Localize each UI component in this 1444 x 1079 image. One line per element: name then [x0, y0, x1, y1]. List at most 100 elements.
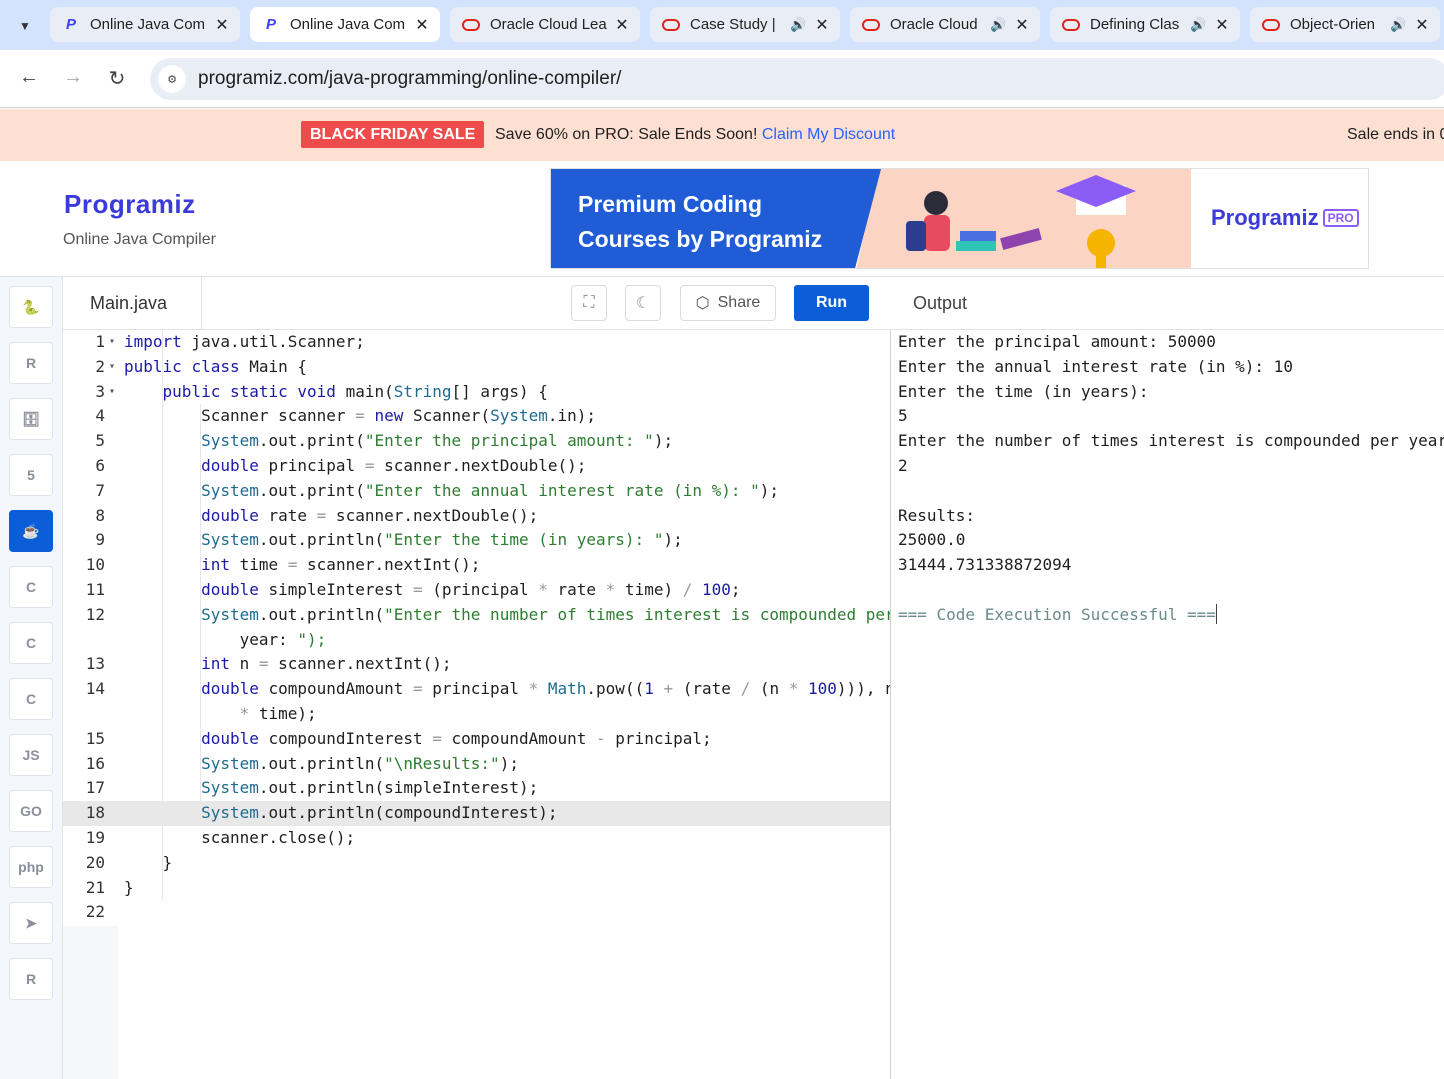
language-r-icon[interactable]: R — [9, 342, 53, 384]
line-number: 7 — [95, 480, 105, 500]
browser-tab[interactable]: Oracle Cloud 🔊 ✕ — [850, 7, 1040, 42]
line-number: 12 — [85, 604, 105, 624]
share-button[interactable]: ⬡ Share — [680, 285, 776, 321]
code-line[interactable]: 21} — [63, 876, 890, 901]
tab-search-chevron-icon[interactable]: ▼ — [8, 12, 42, 40]
browser-tab[interactable]: Oracle Cloud Lea ✕ — [450, 7, 640, 42]
language-cplusplus-icon[interactable]: C — [9, 622, 53, 664]
back-arrow-icon[interactable]: ← — [16, 66, 42, 92]
code-line[interactable]: 8 double rate = scanner.nextDouble(); — [63, 504, 890, 529]
language-html-icon[interactable]: 5 — [9, 454, 53, 496]
claim-discount-link[interactable]: Claim My Discount — [762, 126, 895, 143]
code-line[interactable]: 17 System.out.println(simpleInterest); — [63, 776, 890, 801]
code-text: System.out.print("Enter the principal am… — [201, 431, 674, 451]
output-text: Enter the number of times interest is co… — [898, 431, 1444, 451]
run-button[interactable]: Run — [794, 285, 869, 321]
line-number: 19 — [85, 828, 105, 847]
ad-title-line2: Courses by Programiz — [578, 226, 823, 252]
close-tab-icon[interactable]: ✕ — [412, 15, 432, 35]
speaker-icon[interactable]: 🔊 — [790, 17, 808, 33]
code-text: public class Main { — [124, 356, 308, 376]
browser-tab[interactable]: Case Study | 🔊 ✕ — [650, 7, 840, 42]
oracle-icon — [1062, 16, 1080, 34]
code-line[interactable]: 15 double compoundInterest = compoundAmo… — [63, 727, 890, 752]
reload-icon[interactable]: ↻ — [104, 66, 130, 92]
line-number: 21 — [85, 877, 105, 897]
code-line[interactable]: 2 ▾ public class Main { — [63, 355, 890, 380]
code-line[interactable]: 5 System.out.print("Enter the principal … — [63, 429, 890, 454]
ad-logo-text: Programiz — [1211, 205, 1319, 230]
code-line[interactable]: 10 int time = scanner.nextInt(); — [63, 553, 890, 578]
site-info-icon[interactable]: ⚙ — [158, 65, 186, 93]
close-tab-icon[interactable]: ✕ — [612, 15, 632, 35]
output-text: Enter the annual interest rate (in %): 1… — [898, 356, 1293, 376]
code-line[interactable]: 22 — [63, 900, 890, 925]
fold-chevron-icon[interactable]: ▾ — [109, 380, 115, 405]
speaker-icon[interactable]: 🔊 — [1390, 17, 1408, 33]
address-bar[interactable]: ⚙ programiz.com/java-programming/online-… — [150, 58, 1444, 100]
code-line[interactable]: 14 double compoundAmount = principal * M… — [63, 677, 890, 702]
premium-courses-ad[interactable]: Premium Coding Courses by Programiz Prog… — [550, 168, 1369, 269]
language-csharp-icon[interactable]: C — [9, 678, 53, 720]
language-js-icon[interactable]: JS — [9, 734, 53, 776]
editor-toolbar: Main.java ⛶ ☾ ⬡ Share Run — [63, 277, 891, 330]
close-tab-icon[interactable]: ✕ — [1212, 15, 1232, 35]
code-line[interactable]: 4 Scanner scanner = new Scanner(System.i… — [63, 404, 890, 429]
language-rust-icon[interactable]: R — [9, 958, 53, 1000]
fold-chevron-icon[interactable]: ▾ — [109, 330, 115, 355]
line-number: 13 — [85, 654, 105, 674]
code-line[interactable]: 7 System.out.print("Enter the annual int… — [63, 479, 890, 504]
speaker-icon[interactable]: 🔊 — [990, 17, 1008, 33]
output-line: Enter the principal amount: 50000 — [898, 330, 1216, 355]
close-tab-icon[interactable]: ✕ — [1412, 15, 1432, 35]
code-line[interactable]: year: "); — [63, 628, 890, 653]
browser-tab[interactable]: P Online Java Com ✕ — [50, 7, 240, 42]
language-php-icon[interactable]: php — [9, 846, 53, 888]
dark-mode-moon-icon[interactable]: ☾ — [625, 285, 661, 321]
language-java-icon[interactable]: ☕ — [9, 510, 53, 552]
browser-tab[interactable]: P Online Java Com ✕ — [250, 7, 440, 42]
close-tab-icon[interactable]: ✕ — [812, 15, 832, 35]
fullscreen-icon[interactable]: ⛶ — [571, 285, 607, 321]
code-line[interactable]: 3 ▾ public static void main(String[] args… — [63, 380, 890, 405]
browser-tab[interactable]: Object-Orien 🔊 ✕ — [1250, 7, 1440, 42]
code-line[interactable]: 11 double simpleInterest = (principal * … — [63, 578, 890, 603]
code-line[interactable]: 9 System.out.println("Enter the time (in… — [63, 528, 890, 553]
code-editor[interactable]: 1 ▾ import java.util.Scanner; 2 ▾ public clas… — [63, 330, 891, 1079]
browser-tab[interactable]: Defining Clas 🔊 ✕ — [1050, 7, 1240, 42]
forward-arrow-icon[interactable]: → — [60, 66, 86, 92]
language-go-icon[interactable]: GO — [9, 790, 53, 832]
code-line[interactable]: 19 scanner.close(); — [63, 826, 890, 851]
programiz-logo[interactable]: Programiz — [64, 189, 196, 220]
code-text: double principal = scanner.nextDouble(); — [201, 456, 587, 475]
language-python-icon[interactable]: 🐍 — [9, 286, 53, 328]
promo-banner: BLACK FRIDAY SALE Save 60% on PRO: Sale … — [0, 109, 1444, 161]
code-line[interactable]: 18 System.out.println(compoundInterest); — [63, 801, 890, 826]
language-c-icon[interactable]: C — [9, 566, 53, 608]
text-cursor — [1215, 603, 1217, 624]
code-line[interactable]: * time); — [63, 702, 890, 727]
code-line[interactable]: 16 System.out.println("\nResults:"); — [63, 752, 890, 777]
language-swift-icon[interactable]: ➤ — [9, 902, 53, 944]
code-line[interactable]: 20 } — [63, 851, 890, 876]
oracle-icon — [662, 16, 680, 34]
close-tab-icon[interactable]: ✕ — [212, 15, 232, 35]
tab-title: Case Study | — [690, 16, 776, 33]
output-header: Output — [892, 277, 1444, 330]
code-text: double compoundInterest = compoundAmount… — [201, 728, 712, 748]
line-number: 2 — [95, 356, 105, 376]
language-sql-icon[interactable]: 🗄 — [9, 398, 53, 440]
file-tab-main-java[interactable]: Main.java — [63, 277, 202, 330]
code-line[interactable]: 13 int n = scanner.nextInt(); — [63, 652, 890, 677]
fold-chevron-icon[interactable]: ▾ — [109, 355, 115, 380]
speaker-icon[interactable]: 🔊 — [1190, 17, 1208, 33]
code-text: double simpleInterest = (principal * rat… — [201, 580, 741, 599]
close-tab-icon[interactable]: ✕ — [1012, 15, 1032, 35]
output-console[interactable]: Enter the principal amount: 50000 Enter t… — [892, 330, 1444, 1079]
code-line[interactable]: 1 ▾ import java.util.Scanner; — [63, 330, 890, 355]
tab-title: Oracle Cloud — [890, 16, 978, 33]
code-line[interactable]: 12 System.out.println("Enter the number … — [63, 603, 890, 628]
oracle-icon — [862, 16, 880, 34]
code-line[interactable]: 6 double principal = scanner.nextDouble(… — [63, 454, 890, 479]
browser-tab-strip: ▼ P Online Java Com ✕ P Online Java Com ✕ Orac… — [0, 0, 1444, 50]
